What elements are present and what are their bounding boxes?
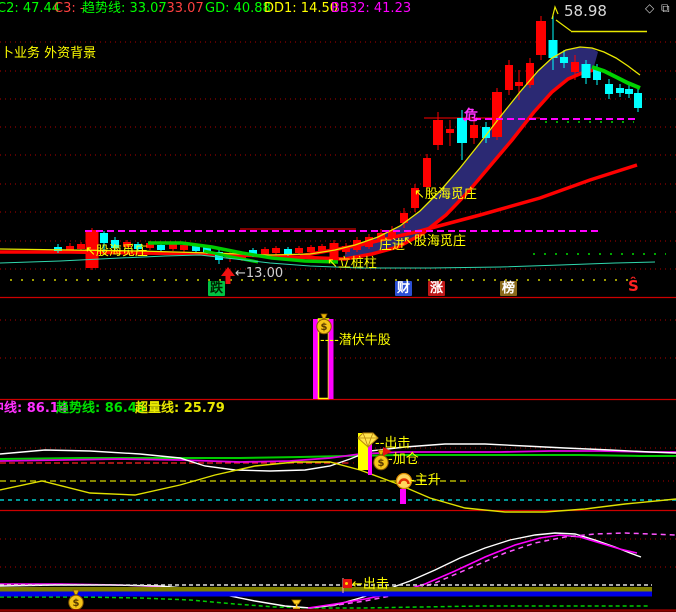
svg-text:$: $ bbox=[321, 322, 328, 333]
badge-die: 跌 bbox=[208, 281, 226, 296]
moneybag-icon-p2[interactable]: $ bbox=[316, 313, 332, 335]
candle bbox=[605, 79, 613, 99]
header-indicator: 趋势线: 33.07 bbox=[82, 1, 167, 16]
window-icon[interactable]: ⧉ bbox=[661, 1, 670, 16]
badge-cai: 财 bbox=[395, 281, 413, 296]
header-indicator: : 33.07 bbox=[158, 1, 204, 16]
candle bbox=[423, 154, 431, 190]
annotation-zhuangjin: 庄进 bbox=[379, 238, 406, 253]
diamond-icon[interactable]: ◇ bbox=[645, 1, 654, 15]
annotation-zhuang-mid: ↖股海觅庄 bbox=[414, 187, 477, 202]
panel3-label-chaoliang: 超量线: 25.79 bbox=[135, 401, 225, 416]
annotation-chuji-p4: ←出击 bbox=[352, 577, 389, 592]
header-indicator: DD1: 14.50 bbox=[264, 1, 339, 16]
stock-chart-window: $ $ $ C2: 47.44 C3: - 趋势线: 33.07: 33.07 GD: 4… bbox=[0, 0, 676, 612]
annotation-jiacang: -加仓 bbox=[388, 452, 419, 467]
high-price-label: 58.98 bbox=[564, 2, 607, 20]
annotation-zhusheng: -主升 bbox=[410, 473, 441, 488]
svg-text:$: $ bbox=[73, 598, 80, 609]
annotation-zhuang-left: ↖股海觅庄 bbox=[85, 244, 148, 259]
annotation-lizhuangzhu: ↖立桩柱 bbox=[327, 256, 377, 271]
sector-label: 卜业务 外资背景 bbox=[1, 46, 97, 61]
annotation-qianfu: ----潜伏牛股 bbox=[320, 333, 391, 348]
annotation-chuji-p3: --出击 bbox=[375, 436, 411, 451]
candle bbox=[272, 246, 280, 255]
p3-yellow-line bbox=[0, 461, 676, 513]
annotation-price-13: ←13.00 bbox=[235, 266, 284, 281]
header-indicator: C3: - bbox=[54, 1, 85, 16]
annotation-wei: 危 bbox=[464, 108, 478, 124]
panel3-label-qushixian: 趋势线: 86.46 bbox=[56, 401, 146, 416]
chart-canvas[interactable]: $ $ $ bbox=[0, 0, 676, 612]
annotation-zhuang-right: ↖股海觅庄 bbox=[403, 234, 466, 249]
badge-money: Ŝ bbox=[628, 277, 639, 295]
candle bbox=[616, 84, 624, 97]
p4-white-line bbox=[0, 532, 642, 609]
badge-bang: 榜 bbox=[500, 281, 518, 296]
olive-band bbox=[0, 587, 652, 592]
badge-zhang: 涨 bbox=[428, 281, 446, 296]
candle bbox=[505, 60, 513, 95]
svg-text:$: $ bbox=[378, 458, 385, 469]
p3-magenta-line bbox=[0, 450, 676, 463]
header-indicator: C2: 47.44 bbox=[0, 1, 61, 16]
header-indicator: GD: 40.88 bbox=[205, 1, 271, 16]
candle bbox=[634, 89, 642, 112]
high-marker-diag bbox=[555, 19, 572, 32]
candle bbox=[536, 16, 546, 60]
blue-band bbox=[0, 591, 652, 597]
high-marker-tick bbox=[551, 5, 559, 20]
zhusheng-bar bbox=[400, 489, 406, 504]
header-indicator: BB32: 41.23 bbox=[331, 1, 412, 16]
candle bbox=[492, 88, 502, 140]
p4-mag-solid bbox=[307, 534, 638, 609]
niu-bar-left bbox=[313, 319, 318, 399]
candle bbox=[446, 120, 454, 146]
candle bbox=[625, 85, 633, 98]
